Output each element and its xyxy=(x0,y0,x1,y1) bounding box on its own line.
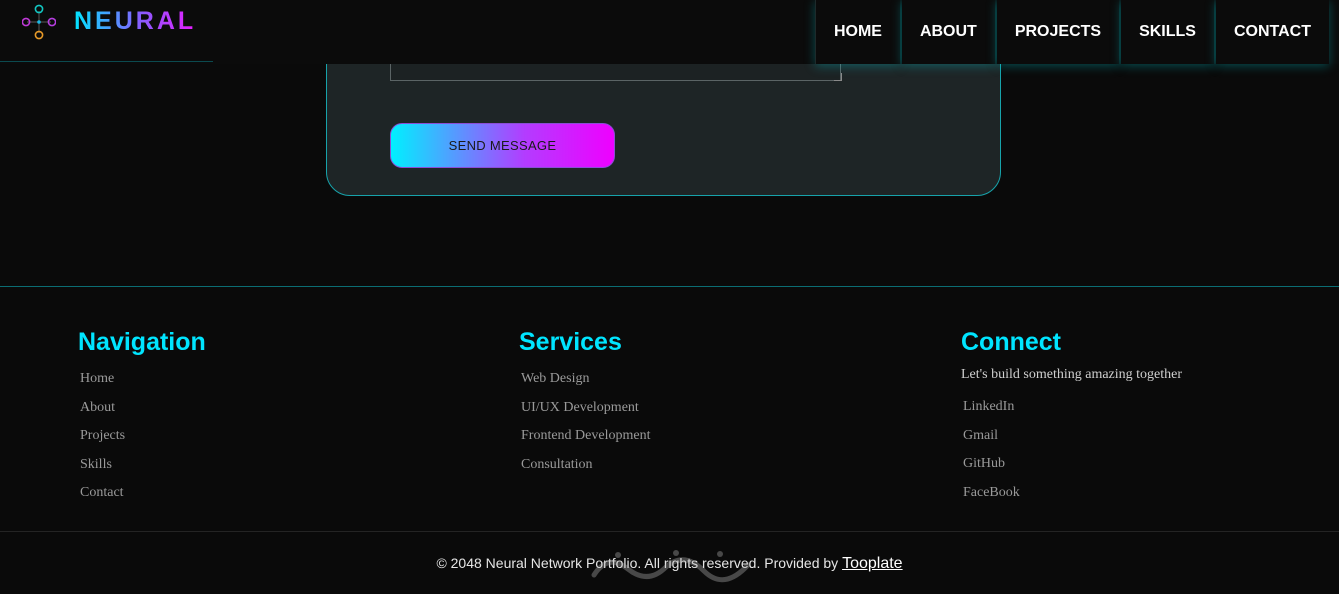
main-nav: HOME ABOUT PROJECTS SKILLS CONTACT xyxy=(813,0,1329,64)
footer-social-linkedin[interactable]: LinkedIn xyxy=(961,399,1182,428)
footer-link-projects[interactable]: Projects xyxy=(78,428,206,457)
footer-social-gmail[interactable]: Gmail xyxy=(961,428,1182,457)
footer-service-uiux[interactable]: UI/UX Development xyxy=(519,400,650,429)
textarea-resize-handle[interactable] xyxy=(834,73,842,81)
nav-home[interactable]: HOME xyxy=(814,0,900,64)
send-message-button[interactable]: SEND MESSAGE xyxy=(390,123,615,168)
footer-divider xyxy=(0,286,1339,287)
footer-link-skills[interactable]: Skills xyxy=(78,457,206,486)
site-header: NEURAL HOME ABOUT PROJECTS SKILLS CONTAC… xyxy=(0,0,1339,64)
footer-connect: Connect Let's build something amazing to… xyxy=(961,328,1182,513)
footer-services: Services Web Design UI/UX Development Fr… xyxy=(519,328,650,485)
footer-social-facebook[interactable]: FaceBook xyxy=(961,485,1182,514)
footer-link-contact[interactable]: Contact xyxy=(78,485,206,514)
nav-projects[interactable]: PROJECTS xyxy=(996,0,1120,64)
footer-connect-title: Connect xyxy=(961,328,1061,356)
footer-bottom-divider xyxy=(0,531,1339,532)
nav-about[interactable]: ABOUT xyxy=(901,0,995,64)
footer-service-web-design[interactable]: Web Design xyxy=(519,371,650,400)
footer-service-frontend[interactable]: Frontend Development xyxy=(519,428,650,457)
nav-contact[interactable]: CONTACT xyxy=(1215,0,1329,64)
footer-navigation: Navigation Home About Projects Skills Co… xyxy=(78,328,206,514)
footer-social-github[interactable]: GitHub xyxy=(961,456,1182,485)
brand-name: NEURAL xyxy=(74,7,197,35)
nav-skills[interactable]: SKILLS xyxy=(1121,0,1214,64)
provider-link[interactable]: Tooplate xyxy=(842,555,903,572)
brand-logo[interactable]: NEURAL xyxy=(0,0,213,62)
watermark-logo xyxy=(591,550,751,583)
footer-navigation-title: Navigation xyxy=(78,328,206,356)
neural-network-icon xyxy=(22,4,56,40)
connect-tagline: Let's build something amazing together xyxy=(961,367,1183,382)
footer-service-consultation[interactable]: Consultation xyxy=(519,457,650,486)
footer-services-title: Services xyxy=(519,328,622,356)
footer-link-home[interactable]: Home xyxy=(78,371,206,400)
footer-link-about[interactable]: About xyxy=(78,400,206,429)
